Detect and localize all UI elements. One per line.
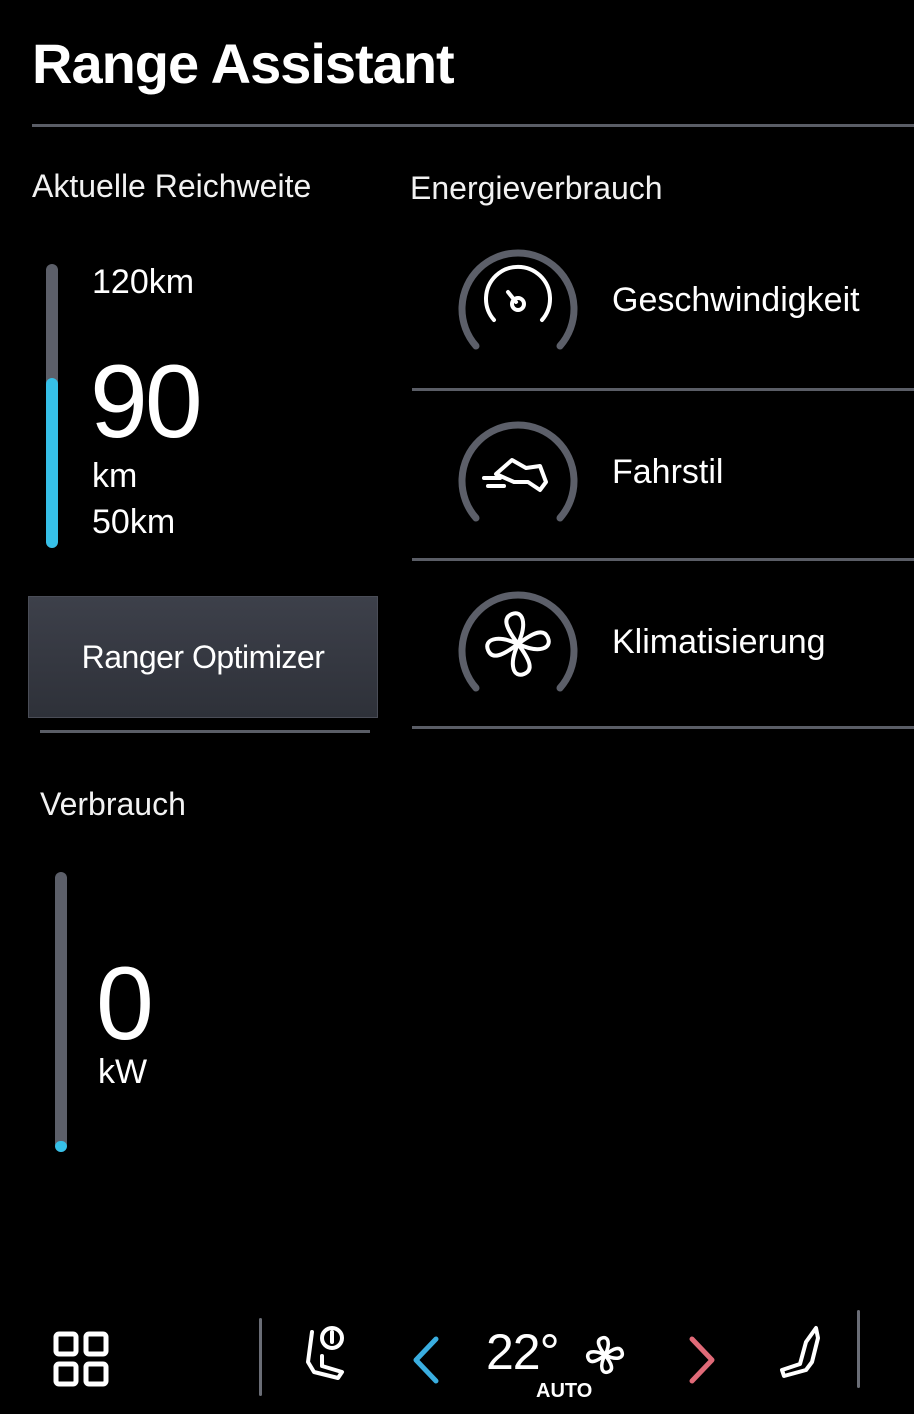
consumption-value: 0 [96, 946, 154, 1062]
chevron-right-icon [689, 1336, 715, 1384]
energy-item-climate[interactable]: Klimatisierung [412, 560, 914, 730]
energy-item-speed-label: Geschwindigkeit [612, 281, 860, 319]
driver-seat-climate-button[interactable] [294, 1318, 354, 1390]
consumption-bar-fill [55, 1140, 67, 1152]
header-divider [32, 124, 914, 127]
range-min-label: 50km [92, 503, 176, 541]
energy-divider-3 [412, 726, 914, 729]
temperature-display[interactable]: 22° AUTO [486, 1324, 636, 1412]
passenger-seat-icon [780, 1326, 820, 1378]
temperature-increase-button[interactable] [680, 1328, 724, 1392]
consumption-bar [55, 872, 67, 1152]
energy-item-driving-style[interactable]: Fahrstil [412, 390, 914, 560]
range-bar [46, 264, 58, 548]
fan-speed-icon [585, 1335, 625, 1375]
app-menu-button[interactable] [48, 1328, 116, 1392]
bottom-separator-left [259, 1318, 262, 1396]
climate-mode-label: AUTO [536, 1380, 593, 1402]
energy-item-driving-style-label: Fahrstil [612, 453, 724, 491]
chevron-left-icon [413, 1336, 439, 1384]
climate-bar: 22° AUTO [0, 1300, 914, 1414]
fan-icon [458, 591, 578, 692]
grid-icon [53, 1331, 109, 1387]
driver-seat-icon [306, 1326, 344, 1380]
page-title: Range Assistant [32, 32, 455, 95]
temperature-decrease-button[interactable] [404, 1328, 448, 1392]
range-max-label: 120km [92, 263, 195, 301]
passenger-seat-climate-button[interactable] [772, 1318, 828, 1390]
range-bar-fill [46, 377, 58, 548]
consumption-heading: Verbrauch [40, 786, 186, 822]
speedometer-icon [458, 249, 578, 350]
bottom-separator-right [857, 1310, 860, 1388]
energy-item-climate-label: Klimatisierung [612, 623, 826, 661]
range-optimizer-button[interactable]: Ranger Optimizer [28, 596, 378, 718]
energy-heading: Energieverbrauch [410, 170, 663, 206]
range-optimizer-label: Ranger Optimizer [81, 639, 325, 675]
temperature-value: 22° [486, 1324, 560, 1380]
consumption-unit: kW [98, 1053, 148, 1091]
range-value: 90 [90, 344, 203, 460]
range-heading: Aktuelle Reichweite [32, 168, 312, 204]
range-unit: km [92, 457, 138, 495]
driving-style-icon [458, 421, 578, 522]
energy-item-speed[interactable]: Geschwindigkeit [412, 218, 914, 388]
left-divider [40, 730, 370, 733]
